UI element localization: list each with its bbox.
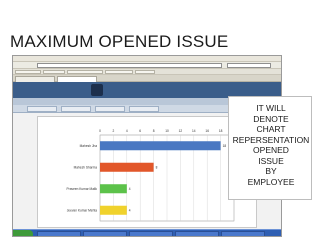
- x-tick-label: 16: [205, 129, 209, 133]
- browser-search-field[interactable]: [227, 63, 271, 68]
- category-label: Mahesh Jha: [80, 144, 98, 148]
- callout-box: IT WILL DENOTE CHART REPERSENTATION OPEN…: [228, 96, 312, 200]
- x-tick-label: 2: [113, 129, 115, 133]
- x-tick-label: 14: [192, 129, 196, 133]
- category-label: Mahesh Sharma: [74, 165, 98, 169]
- links-button[interactable]: [15, 70, 41, 74]
- bar: [100, 141, 221, 151]
- links-button[interactable]: [67, 70, 103, 74]
- taskbar-item[interactable]: [37, 231, 81, 236]
- chart-panel: 02468101214161820Mahesh Jha18Mahesh Shar…: [37, 116, 257, 228]
- data-label: 8: [156, 165, 158, 169]
- x-tick-label: 0: [99, 129, 101, 133]
- callout-text: IT WILL DENOTE CHART REPERSENTATION OPEN…: [232, 103, 310, 187]
- category-label: Praveen Kumar Malik: [67, 187, 98, 191]
- data-label: 4: [129, 187, 131, 191]
- start-button[interactable]: [13, 230, 33, 236]
- x-tick-label: 10: [165, 129, 169, 133]
- x-tick-label: 18: [219, 129, 223, 133]
- nav-tab[interactable]: [129, 106, 159, 112]
- nav-tab[interactable]: [95, 106, 125, 112]
- os-taskbar: [13, 229, 281, 236]
- taskbar-item[interactable]: [221, 231, 265, 236]
- browser-address-bar: [13, 62, 281, 69]
- data-label: 4: [129, 208, 131, 212]
- browser-tabs: [13, 75, 281, 82]
- x-tick-label: 6: [139, 129, 141, 133]
- links-button[interactable]: [105, 70, 133, 74]
- nav-tab[interactable]: [27, 106, 57, 112]
- bar: [100, 184, 127, 194]
- x-tick-label: 4: [126, 129, 128, 133]
- bar: [100, 205, 127, 215]
- category-label: Jeevan Kumar Mehta: [67, 208, 98, 212]
- bar-chart: 02468101214161820Mahesh Jha18Mahesh Shar…: [67, 129, 236, 222]
- data-label: 18: [223, 144, 227, 148]
- nav-tab[interactable]: [61, 106, 91, 112]
- x-tick-label: 8: [153, 129, 155, 133]
- app-logo: [91, 84, 103, 96]
- taskbar-item[interactable]: [175, 231, 219, 236]
- links-button[interactable]: [43, 70, 65, 74]
- taskbar-item[interactable]: [83, 231, 127, 236]
- x-tick-label: 12: [179, 129, 183, 133]
- slide-title: MAXIMUM OPENED ISSUE: [10, 32, 229, 51]
- address-field[interactable]: [37, 63, 222, 68]
- taskbar-item[interactable]: [129, 231, 173, 236]
- bar: [100, 162, 154, 172]
- links-button[interactable]: [135, 70, 155, 74]
